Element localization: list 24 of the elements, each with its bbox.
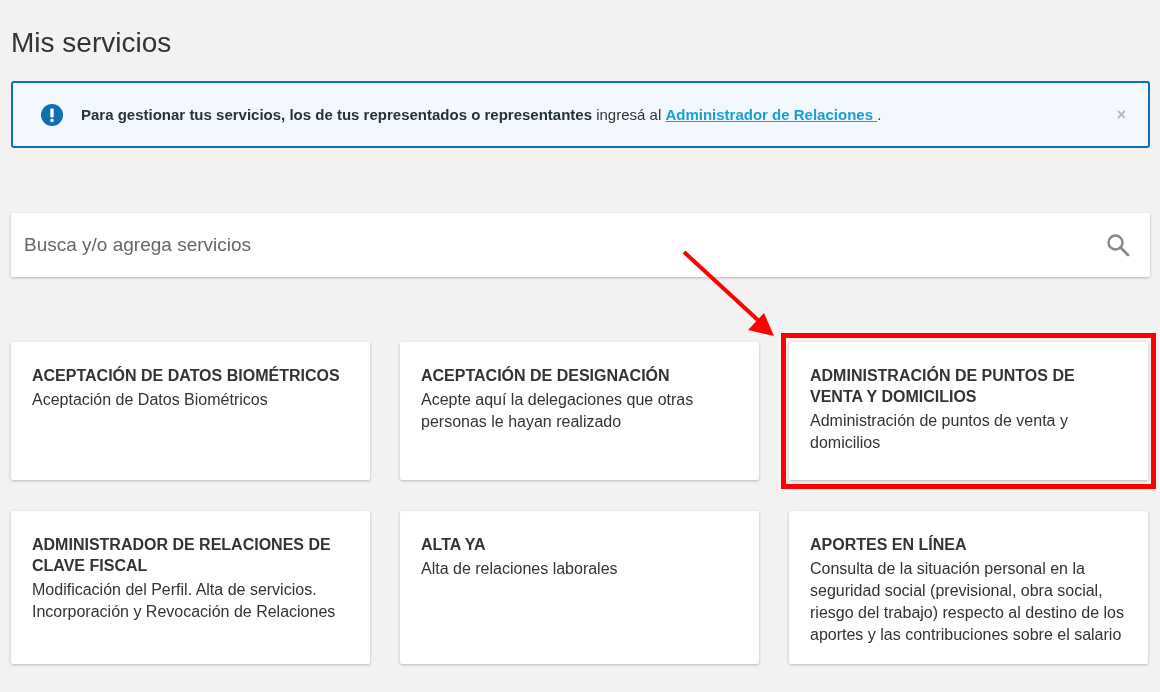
service-card[interactable]: ADMINISTRADOR DE RELACIONES DE CLAVE FISCAL Modificación del Perfil. Alta de servicios. Incorporación y Revocación de Relaciones [11, 511, 370, 664]
service-title: ACEPTACIÓN DE DESIGNACIÓN [421, 365, 671, 386]
banner-message: Para gestionar tus servicios, los de tus representados o representantes ingresá al Administrador de Relaciones . [81, 106, 883, 123]
service-card[interactable]: APORTES EN LÍNEA Consulta de la situación personal en la seguridad social (previsional, obra social, riesgo del trabajo) respecto al destino de los aportes y las contribuciones sobre el salario [789, 511, 1148, 664]
search-input[interactable]: Busca y/o agrega servicios [22, 233, 1106, 257]
service-description: Acepte aquí la delegaciones que otras personas le hayan realizado [421, 390, 695, 432]
page-title: Mis servicios [11, 26, 173, 60]
service-card[interactable]: ACEPTACIÓN DE DESIGNACIÓN Acepte aquí la delegaciones que otras personas le hayan realizado [400, 342, 759, 480]
service-description: Consulta de la situación personal en la seguridad social (previsional, obra social, riesgo del trabajo) respecto al destino de los aportes y las contribuciones sobre el salario [810, 559, 1125, 645]
service-card[interactable]: ACEPTACIÓN DE DATOS BIOMÉTRICOS Aceptación de Datos Biométricos [11, 342, 370, 480]
service-description: Administración de puntos de venta y domicilios [810, 411, 1069, 453]
search-icon[interactable] [1106, 233, 1130, 257]
exclamation-icon [41, 103, 63, 126]
search-field[interactable]: Busca y/o agrega servicios [11, 213, 1150, 277]
service-title: ALTA YA [421, 535, 487, 555]
service-description: Modificación del Perfil. Alta de servicios. Incorporación y Revocación de Relaciones [32, 580, 337, 622]
service-title: ACEPTACIÓN DE DATOS BIOMÉTRICOS [32, 365, 341, 386]
service-description: Alta de relaciones laborales [421, 559, 619, 579]
service-description: Aceptación de Datos Biométricos [32, 390, 269, 410]
service-title: ADMINISTRADOR DE RELACIONES DE CLAVE FISCAL [32, 535, 332, 576]
service-card[interactable]: ALTA YA Alta de relaciones laborales [400, 511, 759, 664]
service-card[interactable]: ADMINISTRACIÓN DE PUNTOS DE VENTA Y DOMICILIOS Administración de puntos de venta y domicilios [789, 342, 1148, 480]
service-title: ADMINISTRACIÓN DE PUNTOS DE VENTA Y DOMICILIOS [810, 365, 1076, 407]
service-title: APORTES EN LÍNEA [810, 534, 968, 555]
